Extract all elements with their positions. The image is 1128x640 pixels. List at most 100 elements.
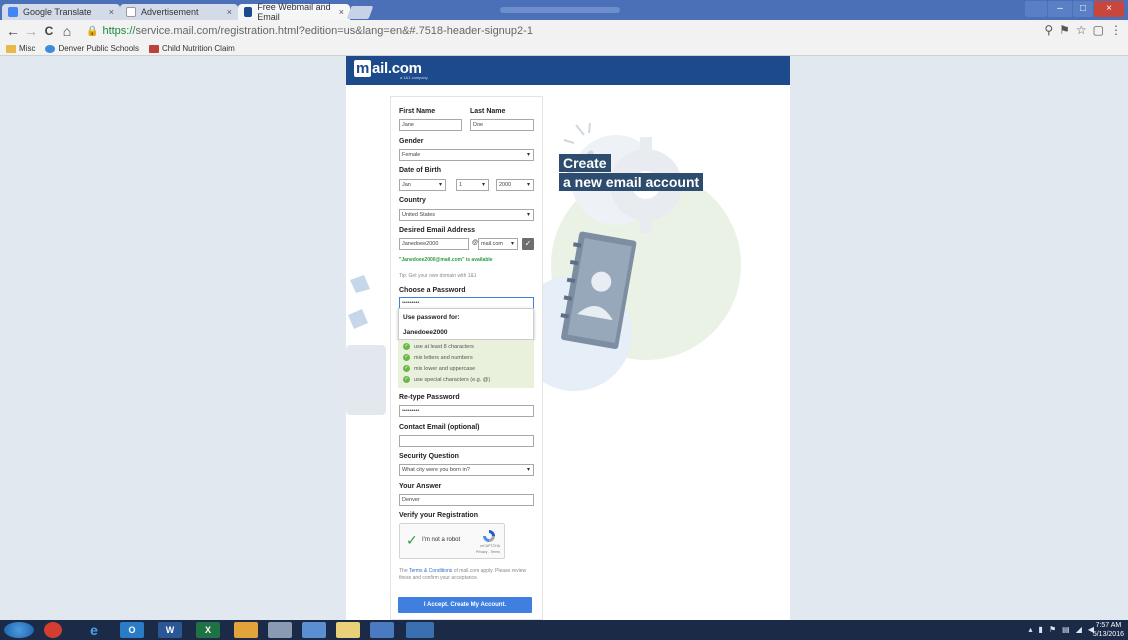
folder-icon[interactable]: [234, 622, 258, 638]
logo-tagline: a 1&1 company: [400, 75, 428, 80]
tab-google-translate[interactable]: Google Translate ×: [2, 4, 120, 20]
tab-label: Google Translate: [23, 7, 92, 17]
autofill-username[interactable]: Janedoee2000: [403, 329, 447, 336]
notes-icon[interactable]: [336, 622, 360, 638]
contact-email-label: Contact Email (optional): [399, 424, 480, 431]
window-title-blurred: [500, 7, 620, 13]
dps-icon: [45, 44, 56, 53]
answer-label: Your Answer: [399, 483, 442, 490]
grid-icon: [148, 44, 159, 53]
google-translate-icon: [8, 7, 18, 17]
tab-label: Advertisement: [141, 7, 199, 17]
app-icon[interactable]: [268, 622, 292, 638]
close-window-button[interactable]: ×: [1094, 1, 1124, 17]
network-icon[interactable]: ◢: [1076, 625, 1082, 634]
bookmark-child-nutrition-claim[interactable]: Child Nutrition Claim: [148, 44, 235, 53]
email-label: Desired Email Address: [399, 227, 475, 234]
domain-tip[interactable]: Tip: Get your own domain with 1&1: [399, 273, 477, 279]
windows-taskbar: e O W X ▴ ▮ ⚑ ▤ ◢ ◀ 7:57 AM 5/13/2016: [0, 620, 1128, 640]
forward-button[interactable]: →: [22, 20, 40, 42]
close-icon[interactable]: ×: [227, 7, 232, 17]
answer-input[interactable]: Denver: [399, 494, 534, 506]
create-account-button[interactable]: I Accept. Create My Account.: [398, 597, 532, 613]
password-label: Choose a Password: [399, 287, 466, 294]
close-icon[interactable]: ×: [109, 7, 114, 17]
tray-app-icon[interactable]: ▮: [1039, 625, 1043, 634]
home-button[interactable]: ⌂: [58, 20, 76, 42]
first-name-input[interactable]: Jane: [399, 119, 462, 131]
retype-password-input[interactable]: •••••••••: [399, 405, 534, 417]
system-tray: ▴ ▮ ⚑ ▤ ◢ ◀: [1029, 625, 1094, 634]
terms-notice: The Terms & Conditions of mail.com apply…: [399, 568, 527, 581]
star-icon[interactable]: ☆: [1076, 23, 1087, 37]
minimize-button[interactable]: –: [1048, 1, 1072, 17]
app-icon[interactable]: [406, 622, 434, 638]
user-icon[interactable]: [1025, 1, 1047, 17]
captcha-label: I'm not a robot: [422, 537, 461, 543]
email-input[interactable]: Janedoee2000: [399, 238, 469, 250]
dob-year-select[interactable]: 2000: [496, 179, 534, 191]
internet-explorer-icon[interactable]: e: [82, 622, 106, 638]
registration-form: First Name Last Name Jane Doe Gender Fem…: [390, 96, 543, 620]
terms-link[interactable]: Terms & Conditions: [409, 568, 452, 574]
security-question-select[interactable]: What city were you born in?: [399, 464, 534, 476]
chrome-icon[interactable]: [44, 622, 62, 638]
recaptcha-links[interactable]: Privacy - Terms: [476, 550, 500, 554]
new-tab-button[interactable]: [346, 6, 374, 19]
mail-com-icon: [244, 7, 253, 17]
dob-month-select[interactable]: Jan: [399, 179, 446, 191]
contact-email-input[interactable]: [399, 435, 534, 447]
bookmark-denver-public-schools[interactable]: Denver Public Schools: [45, 44, 139, 53]
recaptcha-widget[interactable]: ✓ I'm not a robot reCAPTCHA Privacy - Te…: [399, 523, 505, 559]
pin-icon[interactable]: ⚑: [1059, 23, 1070, 37]
tab-advertisement[interactable]: Advertisement ×: [120, 4, 238, 20]
bookmark-misc[interactable]: Misc: [6, 44, 35, 53]
rule-item: ✓ mix lower and uppercase: [403, 365, 476, 372]
url-path: service.mail.com/registration.html?editi…: [135, 25, 533, 37]
maximize-button[interactable]: □: [1073, 1, 1093, 17]
address-book-icon: [560, 231, 637, 350]
keyboard-icon: [346, 345, 386, 415]
headline-line-1: Create: [559, 154, 611, 172]
tab-mail-com[interactable]: Free Webmail and Email ×: [238, 2, 350, 22]
app-icon[interactable]: [302, 622, 326, 638]
extension-icon[interactable]: ▢: [1093, 23, 1104, 37]
email-available-message: "Janedoee2000@mail.com" is available: [399, 257, 493, 263]
bookmark-label: Misc: [19, 44, 36, 53]
clock-time: 7:57 AM: [1095, 622, 1122, 629]
page-headline: Create a new email account: [559, 154, 704, 192]
address-bar[interactable]: 🔒 https:// service.mail.com/registration…: [86, 22, 1031, 40]
verify-label: Verify your Registration: [399, 512, 478, 519]
url-scheme: https://: [102, 25, 136, 37]
menu-icon[interactable]: ⋮: [1110, 23, 1122, 37]
envelopes-icon: [348, 275, 370, 329]
app-icon[interactable]: [370, 622, 394, 638]
close-icon[interactable]: ×: [339, 7, 344, 17]
start-button[interactable]: [4, 622, 34, 638]
tray-arrow-icon[interactable]: ▴: [1029, 625, 1033, 634]
dob-label: Date of Birth: [399, 167, 441, 174]
dob-day-select[interactable]: 1: [456, 179, 489, 191]
zoom-icon[interactable]: ⚲: [1044, 23, 1053, 37]
checkmark-icon[interactable]: ✓: [406, 532, 418, 549]
country-select[interactable]: United States: [399, 209, 534, 221]
excel-icon[interactable]: X: [196, 622, 220, 638]
use-password-for-label: Use password for:: [403, 314, 460, 321]
check-circle-icon: ✓: [403, 376, 410, 383]
reload-button[interactable]: C: [40, 20, 58, 42]
word-icon[interactable]: W: [158, 622, 182, 638]
last-name-input[interactable]: Doe: [470, 119, 534, 131]
gender-label: Gender: [399, 138, 424, 145]
password-autofill-popup[interactable]: Use password for: Janedoee2000: [398, 308, 534, 340]
check-availability-button[interactable]: ✓: [522, 238, 534, 250]
printer-icon[interactable]: ▤: [1062, 625, 1070, 634]
rule-item: ✓ use special characters (e.g. @): [403, 376, 491, 383]
recaptcha-logo-icon: [483, 530, 495, 542]
system-clock[interactable]: 7:57 AM 5/13/2016: [1093, 621, 1124, 639]
gender-select[interactable]: Female: [399, 149, 534, 161]
recaptcha-brand: reCAPTCHA: [480, 544, 500, 548]
flag-icon[interactable]: ⚑: [1049, 625, 1056, 634]
domain-select[interactable]: mail.com: [478, 238, 518, 250]
back-button[interactable]: ←: [4, 20, 22, 42]
outlook-icon[interactable]: O: [120, 622, 144, 638]
